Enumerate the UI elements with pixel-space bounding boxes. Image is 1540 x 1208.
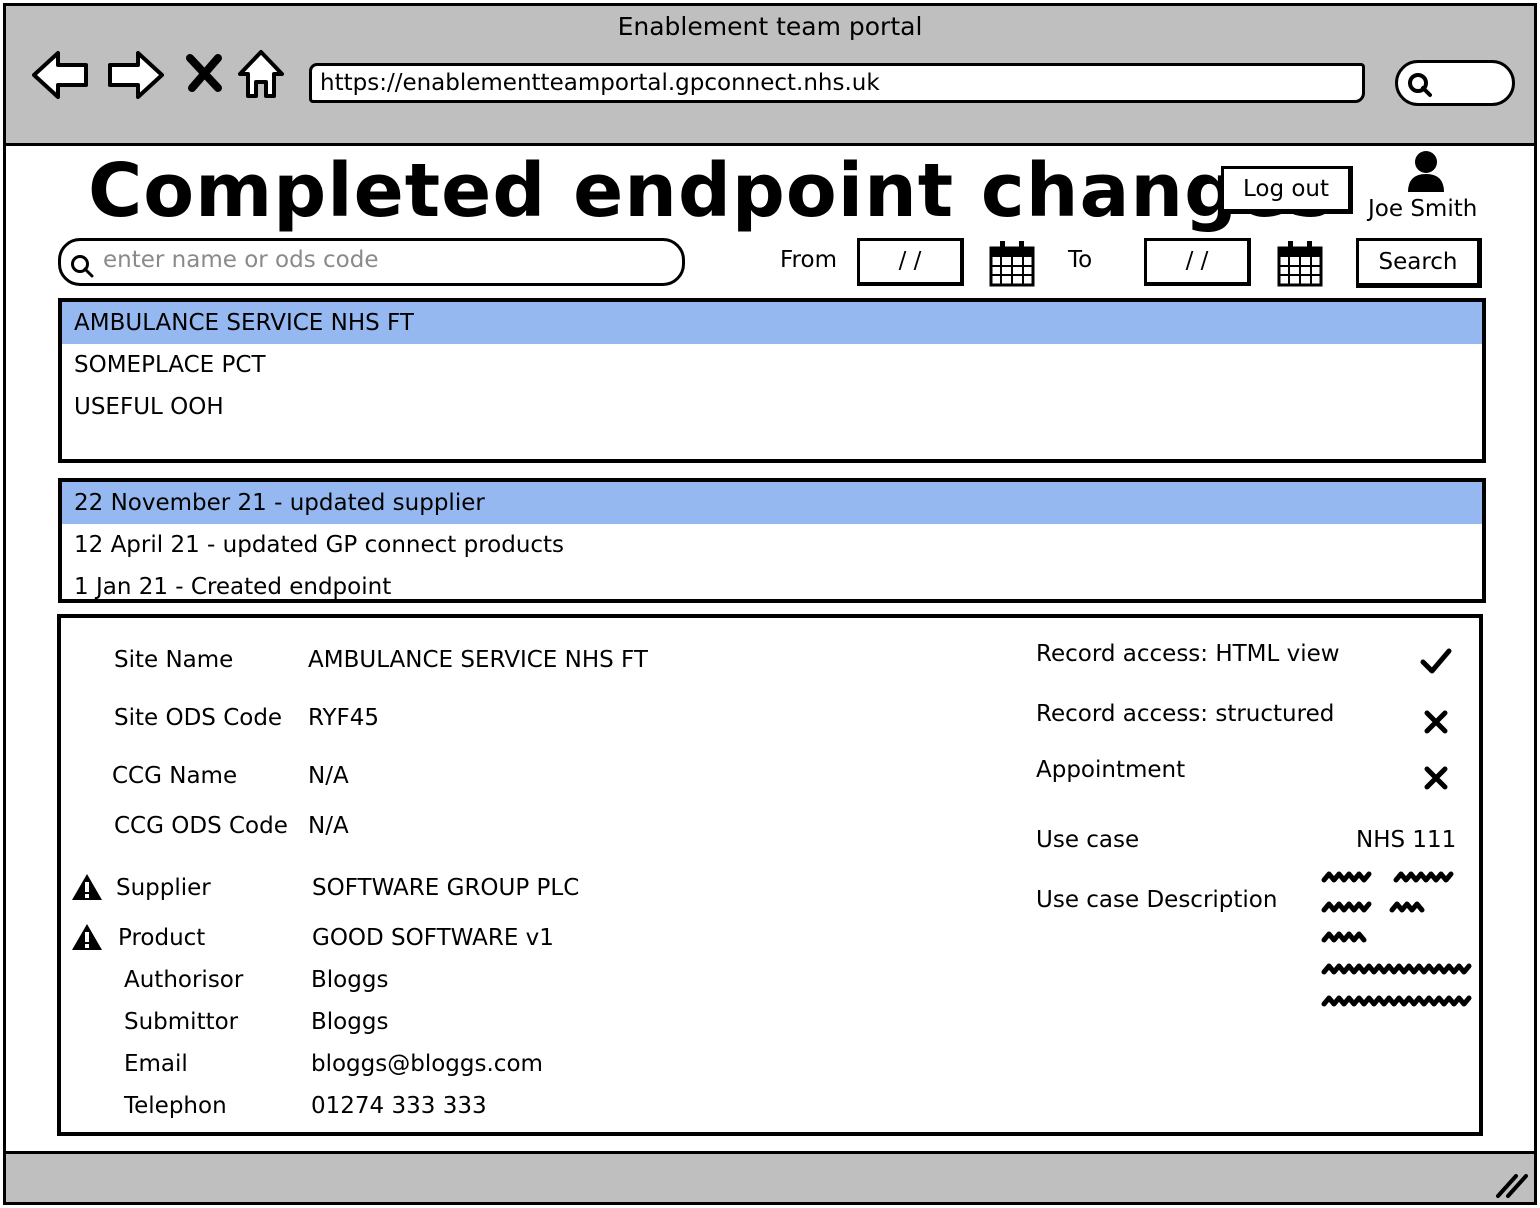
resize-grip-icon[interactable] (1494, 1170, 1530, 1200)
site-ods-code-value: RYF45 (308, 705, 380, 731)
search-placeholder: enter name or ods code (103, 247, 379, 273)
email-label: Email (124, 1051, 188, 1077)
authorisor-value: Bloggs (311, 967, 389, 993)
from-date-field[interactable]: / / (857, 238, 964, 286)
calendar-icon[interactable] (988, 238, 1036, 288)
check-icon (1420, 648, 1452, 674)
warning-icon (72, 924, 102, 950)
supplier-value: SOFTWARE GROUP PLC (312, 875, 580, 901)
list-item[interactable]: 22 November 21 - updated supplier (62, 482, 1482, 524)
calendar-icon[interactable] (1276, 238, 1324, 288)
site-ods-code-label: Site ODS Code (114, 705, 283, 731)
user-name: Joe Smith (1368, 196, 1478, 222)
cross-icon (1424, 766, 1448, 790)
forward-arrow-icon[interactable] (104, 48, 166, 102)
search-button[interactable]: Search (1356, 238, 1482, 288)
site-name-label: Site Name (114, 647, 234, 673)
warning-icon (72, 874, 102, 900)
ccg-name-value: N/A (308, 763, 349, 789)
supplier-label: Supplier (116, 875, 211, 901)
status-bar (3, 1151, 1537, 1205)
window-title: Enablement team portal (617, 12, 923, 41)
logout-button[interactable]: Log out (1221, 166, 1353, 214)
telephone-value: 01274 333 333 (311, 1093, 487, 1119)
product-label: Product (118, 925, 206, 951)
close-icon[interactable] (184, 48, 224, 102)
ccg-ods-code-value: N/A (308, 813, 349, 839)
use-case-value: NHS 111 (1356, 827, 1457, 853)
search-input[interactable]: enter name or ods code (58, 238, 685, 286)
telephone-label: Telephon (124, 1093, 227, 1119)
to-label: To (1068, 247, 1093, 273)
capability-label: Appointment (1036, 757, 1186, 783)
email-value: bloggs@bloggs.com (311, 1051, 543, 1077)
list-item[interactable]: 1 Jan 21 - Created endpoint (62, 566, 1482, 599)
site-name-value: AMBULANCE SERVICE NHS FT (308, 647, 648, 673)
user-icon (1408, 151, 1444, 192)
home-icon[interactable] (236, 48, 286, 102)
use-case-label: Use case (1036, 827, 1140, 853)
from-label: From (780, 247, 837, 273)
list-item[interactable]: USEFUL OOH (62, 386, 1482, 428)
product-value: GOOD SOFTWARE v1 (312, 925, 554, 951)
organisation-list: AMBULANCE SERVICE NHS FT SOMEPLACE PCT U… (58, 298, 1486, 463)
ccg-ods-code-label: CCG ODS Code (114, 813, 288, 839)
capability-label: Record access: structured (1036, 701, 1335, 727)
redacted-description-scribble (1321, 871, 1472, 1007)
list-item[interactable]: 12 April 21 - updated GP connect product… (62, 524, 1482, 566)
change-history-list: 22 November 21 - updated supplier 12 Apr… (58, 478, 1486, 603)
ccg-name-label: CCG Name (112, 763, 238, 789)
list-item[interactable]: AMBULANCE SERVICE NHS FT (62, 302, 1482, 344)
browser-search-field[interactable] (1395, 60, 1515, 106)
use-case-description-label: Use case Description (1036, 887, 1278, 913)
submittor-label: Submittor (124, 1009, 239, 1035)
submittor-value: Bloggs (311, 1009, 389, 1035)
cross-icon (1424, 710, 1448, 734)
endpoint-details-panel (57, 614, 1483, 1136)
back-arrow-icon[interactable] (30, 48, 92, 102)
page-title: Completed endpoint changes (88, 148, 1335, 234)
authorisor-label: Authorisor (124, 967, 244, 993)
list-item[interactable]: SOMEPLACE PCT (62, 344, 1482, 386)
url-bar[interactable]: https://enablementteamportal.gpconnect.n… (309, 63, 1365, 103)
to-date-field[interactable]: / / (1144, 238, 1251, 286)
capability-label: Record access: HTML view (1036, 641, 1340, 667)
search-icon (71, 255, 94, 278)
search-icon (1408, 73, 1432, 97)
